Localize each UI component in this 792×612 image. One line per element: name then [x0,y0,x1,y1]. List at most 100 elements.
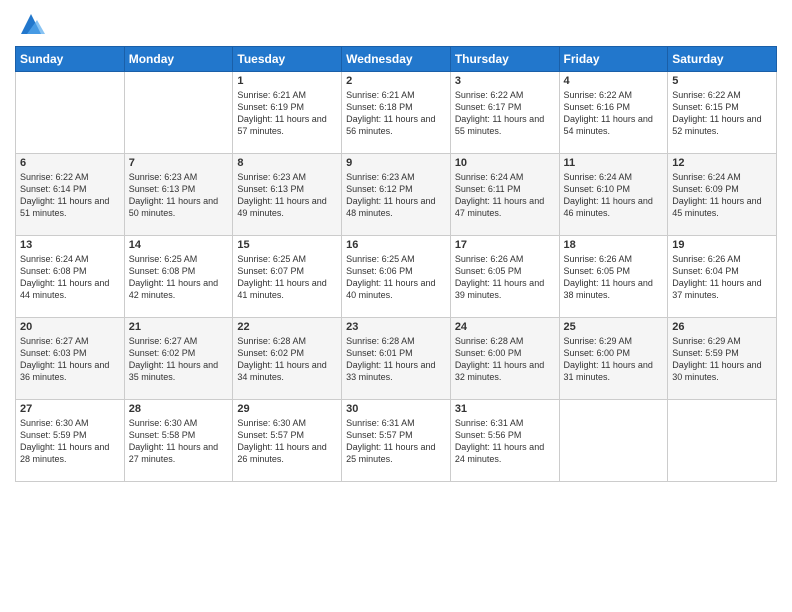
day-number: 26 [672,321,772,333]
week-row-5: 27 Sunrise: 6:30 AM Sunset: 5:59 PM Dayli… [16,400,777,482]
day-info: Sunrise: 6:26 AM Sunset: 6:04 PM Dayligh… [672,253,772,302]
day-number: 25 [564,321,664,333]
day-number: 20 [20,321,120,333]
page: SundayMondayTuesdayWednesdayThursdayFrid… [0,0,792,612]
calendar-cell [124,72,233,154]
calendar-cell: 28 Sunrise: 6:30 AM Sunset: 5:58 PM Dayli… [124,400,233,482]
day-number: 22 [237,321,337,333]
calendar-cell: 12Sunrise: 6:24 AM Sunset: 6:09 PM Dayli… [668,154,777,236]
day-number: 24 [455,321,555,333]
day-number: 14 [129,239,229,251]
day-number: 9 [346,157,446,169]
day-number: 6 [20,157,120,169]
weekday-header-wednesday: Wednesday [342,47,451,72]
day-info: Sunrise: 6:25 AM Sunset: 6:06 PM Dayligh… [346,253,446,302]
day-info: Sunrise: 6:26 AM Sunset: 6:05 PM Dayligh… [564,253,664,302]
day-info: Sunrise: 6:26 AM Sunset: 6:05 PM Dayligh… [455,253,555,302]
week-row-1: 1Sunrise: 6:21 AM Sunset: 6:19 PM Daylig… [16,72,777,154]
calendar-cell: 18 Sunrise: 6:26 AM Sunset: 6:05 PM Dayli… [559,236,668,318]
day-info: Sunrise: 6:21 AM Sunset: 6:19 PM Dayligh… [237,89,337,138]
calendar-cell: 19 Sunrise: 6:26 AM Sunset: 6:04 PM Dayli… [668,236,777,318]
day-number: 18 [564,239,664,251]
day-info: Sunrise: 6:22 AM Sunset: 6:14 PM Dayligh… [20,171,120,220]
calendar-cell: 6 Sunrise: 6:22 AM Sunset: 6:14 PM Daylig… [16,154,125,236]
day-info: Sunrise: 6:23 AM Sunset: 6:12 PM Dayligh… [346,171,446,220]
day-info: Sunrise: 6:24 AM Sunset: 6:10 PM Dayligh… [564,171,664,220]
day-number: 31 [455,403,555,415]
day-number: 23 [346,321,446,333]
day-number: 13 [20,239,120,251]
day-number: 27 [20,403,120,415]
calendar-cell [559,400,668,482]
day-number: 5 [672,75,772,87]
day-info: Sunrise: 6:27 AM Sunset: 6:03 PM Dayligh… [20,335,120,384]
day-number: 19 [672,239,772,251]
calendar-cell: 31 Sunrise: 6:31 AM Sunset: 5:56 PM Dayli… [450,400,559,482]
calendar-cell: 26 Sunrise: 6:29 AM Sunset: 5:59 PM Dayli… [668,318,777,400]
day-number: 7 [129,157,229,169]
calendar-cell: 25 Sunrise: 6:29 AM Sunset: 6:00 PM Dayli… [559,318,668,400]
weekday-header-saturday: Saturday [668,47,777,72]
calendar-cell: 16 Sunrise: 6:25 AM Sunset: 6:06 PM Dayli… [342,236,451,318]
weekday-header-row: SundayMondayTuesdayWednesdayThursdayFrid… [16,47,777,72]
day-info: Sunrise: 6:29 AM Sunset: 5:59 PM Dayligh… [672,335,772,384]
day-number: 10 [455,157,555,169]
day-number: 8 [237,157,337,169]
calendar-cell [16,72,125,154]
day-number: 29 [237,403,337,415]
day-info: Sunrise: 6:25 AM Sunset: 6:08 PM Dayligh… [129,253,229,302]
day-info: Sunrise: 6:25 AM Sunset: 6:07 PM Dayligh… [237,253,337,302]
day-info: Sunrise: 6:21 AM Sunset: 6:18 PM Dayligh… [346,89,446,138]
day-info: Sunrise: 6:31 AM Sunset: 5:57 PM Dayligh… [346,417,446,466]
day-number: 4 [564,75,664,87]
day-number: 30 [346,403,446,415]
weekday-header-sunday: Sunday [16,47,125,72]
calendar-cell: 2 Sunrise: 6:21 AM Sunset: 6:18 PM Daylig… [342,72,451,154]
day-number: 28 [129,403,229,415]
calendar-cell: 24 Sunrise: 6:28 AM Sunset: 6:00 PM Dayli… [450,318,559,400]
day-number: 21 [129,321,229,333]
day-number: 11 [564,157,664,169]
day-number: 16 [346,239,446,251]
calendar-cell: 4 Sunrise: 6:22 AM Sunset: 6:16 PM Daylig… [559,72,668,154]
day-info: Sunrise: 6:30 AM Sunset: 5:57 PM Dayligh… [237,417,337,466]
weekday-header-thursday: Thursday [450,47,559,72]
calendar-cell: 21Sunrise: 6:27 AM Sunset: 6:02 PM Dayli… [124,318,233,400]
day-info: Sunrise: 6:29 AM Sunset: 6:00 PM Dayligh… [564,335,664,384]
calendar-cell: 3 Sunrise: 6:22 AM Sunset: 6:17 PM Daylig… [450,72,559,154]
calendar-cell: 5Sunrise: 6:22 AM Sunset: 6:15 PM Daylig… [668,72,777,154]
day-number: 15 [237,239,337,251]
calendar-cell: 27 Sunrise: 6:30 AM Sunset: 5:59 PM Dayli… [16,400,125,482]
day-number: 2 [346,75,446,87]
calendar-cell: 20 Sunrise: 6:27 AM Sunset: 6:03 PM Dayli… [16,318,125,400]
day-number: 3 [455,75,555,87]
day-info: Sunrise: 6:24 AM Sunset: 6:09 PM Dayligh… [672,171,772,220]
day-info: Sunrise: 6:24 AM Sunset: 6:08 PM Dayligh… [20,253,120,302]
week-row-3: 13 Sunrise: 6:24 AM Sunset: 6:08 PM Dayli… [16,236,777,318]
weekday-header-tuesday: Tuesday [233,47,342,72]
calendar-cell: 7Sunrise: 6:23 AM Sunset: 6:13 PM Daylig… [124,154,233,236]
day-info: Sunrise: 6:31 AM Sunset: 5:56 PM Dayligh… [455,417,555,466]
day-info: Sunrise: 6:24 AM Sunset: 6:11 PM Dayligh… [455,171,555,220]
weekday-header-monday: Monday [124,47,233,72]
day-info: Sunrise: 6:28 AM Sunset: 6:01 PM Dayligh… [346,335,446,384]
calendar-cell [668,400,777,482]
calendar-cell: 22Sunrise: 6:28 AM Sunset: 6:02 PM Dayli… [233,318,342,400]
day-info: Sunrise: 6:30 AM Sunset: 5:58 PM Dayligh… [129,417,229,466]
day-info: Sunrise: 6:28 AM Sunset: 6:00 PM Dayligh… [455,335,555,384]
weekday-header-friday: Friday [559,47,668,72]
header [15,10,777,38]
calendar-table: SundayMondayTuesdayWednesdayThursdayFrid… [15,46,777,482]
week-row-4: 20 Sunrise: 6:27 AM Sunset: 6:03 PM Dayli… [16,318,777,400]
calendar-cell: 8Sunrise: 6:23 AM Sunset: 6:13 PM Daylig… [233,154,342,236]
logo [15,10,45,38]
calendar-cell: 11 Sunrise: 6:24 AM Sunset: 6:10 PM Dayli… [559,154,668,236]
logo-icon [17,10,45,38]
calendar-cell: 23 Sunrise: 6:28 AM Sunset: 6:01 PM Dayli… [342,318,451,400]
calendar-cell: 13 Sunrise: 6:24 AM Sunset: 6:08 PM Dayli… [16,236,125,318]
calendar-cell: 10 Sunrise: 6:24 AM Sunset: 6:11 PM Dayli… [450,154,559,236]
day-info: Sunrise: 6:22 AM Sunset: 6:17 PM Dayligh… [455,89,555,138]
day-info: Sunrise: 6:22 AM Sunset: 6:16 PM Dayligh… [564,89,664,138]
day-info: Sunrise: 6:30 AM Sunset: 5:59 PM Dayligh… [20,417,120,466]
calendar-cell: 29 Sunrise: 6:30 AM Sunset: 5:57 PM Dayli… [233,400,342,482]
